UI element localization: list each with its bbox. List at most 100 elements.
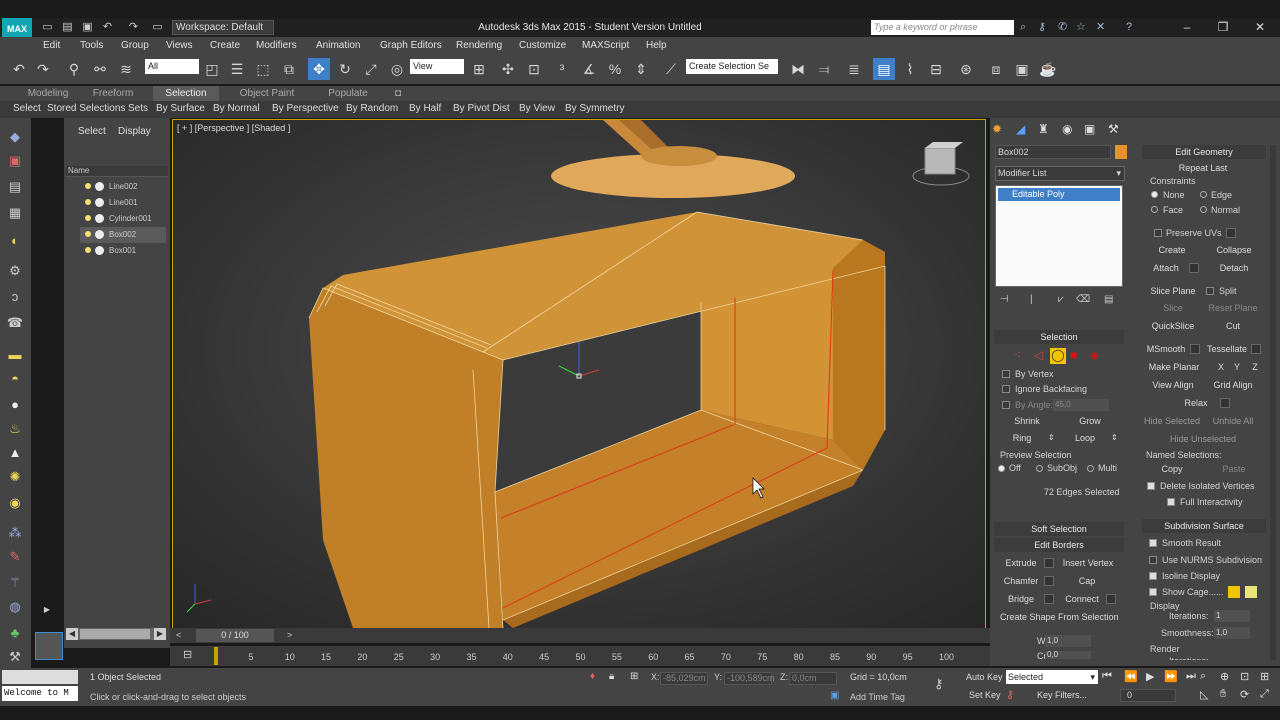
explorer-item[interactable]: Line002 xyxy=(80,179,166,195)
bridge-button[interactable]: Bridge xyxy=(1000,592,1042,607)
light-icon[interactable]: ◐ xyxy=(6,232,24,250)
search-input[interactable]: Type a keyword or phrase xyxy=(871,20,1014,35)
tessellate-button[interactable]: Tessellate xyxy=(1206,342,1248,357)
sel-stored-selections[interactable]: Stored Selections xyxy=(47,103,125,115)
constraint-edge-radio[interactable] xyxy=(1200,191,1207,198)
time-slider-track[interactable] xyxy=(170,628,990,643)
iterations-spinner[interactable]: 1 xyxy=(1214,610,1250,622)
menu-modifiers[interactable]: Modifiers xyxy=(256,39,297,52)
menu-edit[interactable]: Edit xyxy=(43,39,60,52)
helper-icon[interactable]: ⚙ xyxy=(6,262,24,280)
tab-modeling[interactable]: Modeling xyxy=(20,86,76,101)
weight-spinner[interactable]: 1,0 xyxy=(1045,635,1091,647)
menu-views[interactable]: Views xyxy=(166,39,193,52)
light-bulb-icon[interactable] xyxy=(85,247,91,253)
go-to-end-icon[interactable]: ⏭ xyxy=(1186,670,1196,683)
lock-selection-icon[interactable]: 🔒︎ xyxy=(609,671,614,682)
quickslice-button[interactable]: QuickSlice xyxy=(1146,319,1200,334)
light-bulb-icon[interactable] xyxy=(85,183,91,189)
explorer-column-header[interactable]: Name xyxy=(66,166,168,177)
delete-isolated-checkbox[interactable] xyxy=(1147,482,1155,490)
grid-align-button[interactable]: Grid Align xyxy=(1206,378,1260,393)
spinner-snap-icon[interactable]: ⇕ xyxy=(630,58,652,80)
grow-button[interactable]: Grow xyxy=(1066,414,1114,429)
rendered-frame-icon[interactable]: ▣ xyxy=(1011,58,1033,80)
add-time-tag[interactable]: Add Time Tag xyxy=(850,692,905,702)
fov-icon[interactable]: ◺ xyxy=(1200,688,1208,701)
angle-snap-icon[interactable]: ∡ xyxy=(578,58,600,80)
document-icon[interactable]: ▤ xyxy=(6,178,24,196)
maxscript-listener-top[interactable] xyxy=(2,670,78,684)
shrink-button[interactable]: Shrink xyxy=(1003,414,1051,429)
explorer-item[interactable]: Box001 xyxy=(80,243,166,259)
make-planar-button[interactable]: Make Planar xyxy=(1148,360,1200,375)
tab-populate[interactable]: Populate xyxy=(320,86,376,101)
select-rotate-icon[interactable]: ↻ xyxy=(334,58,356,80)
mini-curve-editor-icon[interactable]: ⊟ xyxy=(183,648,192,661)
sel-sets[interactable]: Sets xyxy=(128,103,148,115)
scroll-thumb[interactable] xyxy=(80,629,150,639)
absolute-mode-icon[interactable]: ⊞ xyxy=(630,671,638,682)
planar-y-button[interactable]: Y xyxy=(1230,360,1244,375)
window-crossing-icon[interactable]: ⧉ xyxy=(278,58,300,80)
view-align-button[interactable]: View Align xyxy=(1146,378,1200,393)
torus-icon[interactable]: ◉ xyxy=(6,494,24,512)
ring-spinner-icon[interactable]: ⇕ xyxy=(1048,433,1055,442)
explorer-scrollbar[interactable]: ◀ ▶ xyxy=(66,628,166,640)
undo-icon[interactable]: ↶ xyxy=(8,58,30,80)
hold-icon[interactable]: ▭ xyxy=(150,21,165,34)
planar-x-button[interactable]: X xyxy=(1214,360,1228,375)
play-icon[interactable]: ▶ xyxy=(1146,670,1154,683)
zoom-icon[interactable]: ⌕ xyxy=(1200,670,1206,683)
explorer-tab-select[interactable]: Select xyxy=(78,126,106,137)
connect-settings-icon[interactable] xyxy=(1106,594,1116,604)
sel-by-perspective[interactable]: By Perspective xyxy=(272,103,339,115)
select-move-icon[interactable]: ✥ xyxy=(308,58,330,80)
light-bulb-icon[interactable] xyxy=(85,199,91,205)
maxscript-mini-listener[interactable]: Welcome to M xyxy=(2,686,78,701)
modifier-stack[interactable]: Editable Poly xyxy=(995,185,1123,287)
layer-manager-icon[interactable]: ≣ xyxy=(843,58,865,80)
sel-by-pivot-dist[interactable]: By Pivot Dist xyxy=(453,103,510,115)
schematic-view-icon[interactable]: ⊟ xyxy=(925,58,947,80)
help-icon[interactable]: ? xyxy=(1126,20,1132,35)
hierarchy-tab-icon[interactable]: ♜ xyxy=(1038,122,1049,136)
ribbon-options-icon[interactable]: ◘ xyxy=(388,86,408,101)
by-angle-spinner[interactable]: 45,0 xyxy=(1053,399,1109,411)
command-panel-scrollbar[interactable] xyxy=(1270,145,1276,660)
preserve-uvs-checkbox[interactable] xyxy=(1154,229,1162,237)
scroll-right-icon[interactable]: ▶ xyxy=(154,628,166,640)
utilities-tab-icon[interactable]: ⚒ xyxy=(1108,122,1119,136)
object-name-field[interactable]: Box002 xyxy=(995,145,1111,159)
redo-icon[interactable]: ↷ xyxy=(32,58,54,80)
rect-selection-icon[interactable]: ⬚ xyxy=(252,58,274,80)
ref-coord-dropdown[interactable]: View xyxy=(410,59,464,74)
spacewarp-icon[interactable]: ↄ xyxy=(6,288,24,306)
align-icon[interactable]: ⫤ xyxy=(813,58,835,80)
maximize-button[interactable]: ❐ xyxy=(1213,18,1233,37)
ribbon-toggle-icon[interactable]: ▤ xyxy=(873,58,895,80)
full-interactivity-checkbox[interactable] xyxy=(1167,498,1175,506)
loop-spinner-icon[interactable]: ⇕ xyxy=(1111,433,1118,442)
system-icon[interactable]: ☎ xyxy=(6,314,24,332)
select-object-icon[interactable]: ◰ xyxy=(201,58,223,80)
preview-subobj-radio[interactable] xyxy=(1036,465,1043,472)
time-tag-icon[interactable]: ▣ xyxy=(830,690,839,701)
object-color-swatch[interactable] xyxy=(1115,145,1127,159)
paint-icon[interactable]: ✎ xyxy=(6,548,24,566)
set-key-icon[interactable]: ⚷ xyxy=(1006,688,1014,701)
loop-button[interactable]: Loop xyxy=(1066,431,1104,446)
tab-object-paint[interactable]: Object Paint xyxy=(232,86,302,101)
material-editor-icon[interactable]: ⊛ xyxy=(955,58,977,80)
relax-settings-icon[interactable] xyxy=(1220,398,1230,408)
explorer-item[interactable]: Cylinder001 xyxy=(80,211,166,227)
repeat-last-button[interactable]: Repeat Last xyxy=(1170,161,1236,176)
dome-icon[interactable]: ◓ xyxy=(6,370,24,388)
prev-frame-icon[interactable]: ⏪ xyxy=(1124,670,1138,683)
border-mode-icon[interactable]: ◯ xyxy=(1050,348,1066,364)
zoom-all-icon[interactable]: ⊕ xyxy=(1220,670,1229,683)
menu-maxscript[interactable]: MAXScript xyxy=(582,39,629,52)
visibility-icon[interactable] xyxy=(95,198,104,207)
go-to-start-icon[interactable]: ⏮ xyxy=(1102,670,1112,683)
search-icon[interactable]: ⌕ xyxy=(1020,20,1026,35)
